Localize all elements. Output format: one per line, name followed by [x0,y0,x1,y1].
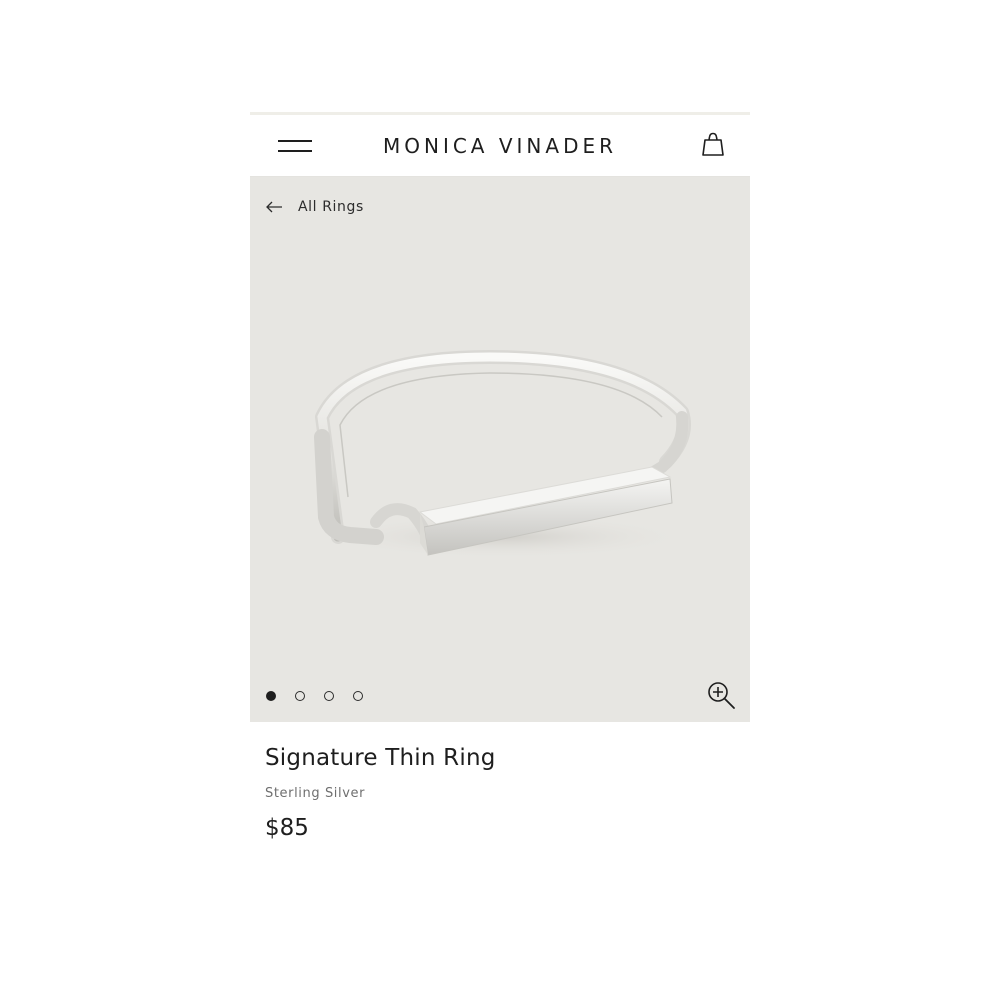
product-material: Sterling Silver [265,786,366,801]
shopping-bag-icon [702,132,724,156]
product-page: MONICA VINADER All Rings Signature Thin … [250,112,750,862]
product-image-gallery[interactable]: All Rings [250,177,750,722]
product-price: $85 [265,815,309,841]
bag-button[interactable] [698,129,728,159]
zoom-button[interactable] [704,678,738,712]
carousel-dot-2[interactable] [295,691,305,701]
brand-logo[interactable]: MONICA VINADER [340,133,660,159]
carousel-dot-1[interactable] [266,691,276,701]
carousel-dot-3[interactable] [324,691,334,701]
product-title: Signature Thin Ring [265,745,496,771]
carousel-dot-4[interactable] [353,691,363,701]
product-image [314,350,691,559]
back-link[interactable]: All Rings [264,196,364,218]
site-header: MONICA VINADER [250,115,750,177]
arrow-left-icon [266,201,282,213]
menu-button[interactable] [276,135,316,157]
zoom-in-icon [708,682,735,709]
back-link-label: All Rings [298,199,364,215]
carousel-indicators [266,689,382,703]
